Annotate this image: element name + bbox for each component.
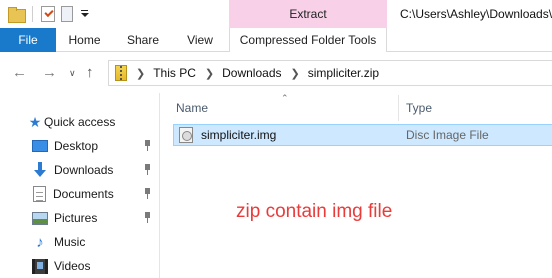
back-arrow-icon[interactable]: ← <box>12 65 27 80</box>
ribbon-tabs: File Home Share View Compressed Folder T… <box>0 28 552 52</box>
column-header-name[interactable]: Name <box>176 101 208 115</box>
new-folder-icon[interactable] <box>61 6 73 22</box>
quick-access-toolbar <box>8 6 91 23</box>
sidebar-item-documents[interactable]: Documents <box>0 182 160 206</box>
download-icon <box>32 162 48 178</box>
file-list: ⌃ Name Type simpliciter.img Disc Image F… <box>161 93 552 278</box>
music-icon: ♪ <box>36 233 44 251</box>
toolbar-divider <box>32 6 33 22</box>
properties-icon[interactable] <box>41 6 55 22</box>
videos-icon <box>32 258 48 274</box>
customize-toolbar-icon[interactable] <box>79 6 91 22</box>
pictures-icon <box>32 211 48 225</box>
breadcrumb-separator-icon[interactable]: ❯ <box>136 67 145 80</box>
breadcrumb-separator-icon[interactable]: ❯ <box>291 67 300 80</box>
breadcrumb-zip-file[interactable]: simpliciter.zip <box>308 66 379 80</box>
disc-image-icon <box>179 127 193 143</box>
sidebar-item-label: Downloads <box>54 163 114 177</box>
sidebar-item-label: Videos <box>54 259 91 273</box>
pin-icon[interactable] <box>143 212 152 224</box>
up-arrow-icon[interactable]: ↑ <box>86 65 94 80</box>
contextual-tab-extract[interactable]: Extract <box>229 0 387 28</box>
window-title: C:\Users\Ashley\Downloads\ <box>400 7 552 21</box>
file-name: simpliciter.img <box>201 128 277 142</box>
annotation-text: zip contain img file <box>236 201 393 222</box>
sidebar-item-quick-access[interactable]: ★ Quick access <box>0 110 160 134</box>
sidebar-item-videos[interactable]: Videos <box>0 254 160 278</box>
forward-arrow-icon[interactable]: → <box>42 65 57 80</box>
address-bar[interactable]: ❯ This PC ❯ Downloads ❯ simpliciter.zip <box>108 60 552 86</box>
sidebar-item-label: Pictures <box>54 211 98 225</box>
tab-share[interactable]: Share <box>113 28 173 52</box>
documents-icon <box>33 186 46 202</box>
sidebar-item-label: Documents <box>53 187 114 201</box>
sidebar-item-downloads[interactable]: Downloads <box>0 158 160 182</box>
sort-ascending-icon: ⌃ <box>281 93 289 103</box>
pin-icon[interactable] <box>143 140 152 152</box>
sidebar-item-label: Music <box>54 235 86 249</box>
breadcrumb-downloads[interactable]: Downloads <box>222 66 281 80</box>
sidebar-item-music[interactable]: ♪ Music <box>0 230 160 254</box>
list-item[interactable]: simpliciter.img Disc Image File <box>173 124 552 146</box>
desktop-icon <box>32 140 48 152</box>
tab-file[interactable]: File <box>0 28 56 52</box>
recent-locations-chevron-icon[interactable]: ∨ <box>69 66 76 81</box>
title-bar: Extract C:\Users\Ashley\Downloads\ <box>0 0 552 28</box>
folder-icon <box>8 7 26 23</box>
breadcrumb-separator-icon[interactable]: ❯ <box>205 67 214 80</box>
zip-folder-icon <box>115 65 127 81</box>
sidebar-item-label: Quick access <box>44 115 116 129</box>
sidebar-item-label: Desktop <box>54 139 99 153</box>
tab-compressed-folder-tools[interactable]: Compressed Folder Tools <box>229 28 387 52</box>
sidebar-item-pictures[interactable]: Pictures <box>0 206 160 230</box>
breadcrumb-this-pc[interactable]: This PC <box>153 66 196 80</box>
column-header-type[interactable]: Type <box>406 101 432 115</box>
file-type: Disc Image File <box>406 128 489 142</box>
navigation-bar: ← → ∨ ↑ ❯ This PC ❯ Downloads ❯ simplici… <box>0 52 552 93</box>
star-icon: ★ <box>28 113 42 130</box>
pin-icon[interactable] <box>143 188 152 200</box>
pin-icon[interactable] <box>143 164 152 176</box>
tab-home[interactable]: Home <box>56 28 113 52</box>
column-divider[interactable] <box>398 95 399 121</box>
navigation-pane: ★ Quick access Desktop Downloads Documen… <box>0 93 160 278</box>
sidebar-item-desktop[interactable]: Desktop <box>0 134 160 158</box>
tab-view[interactable]: View <box>173 28 227 52</box>
